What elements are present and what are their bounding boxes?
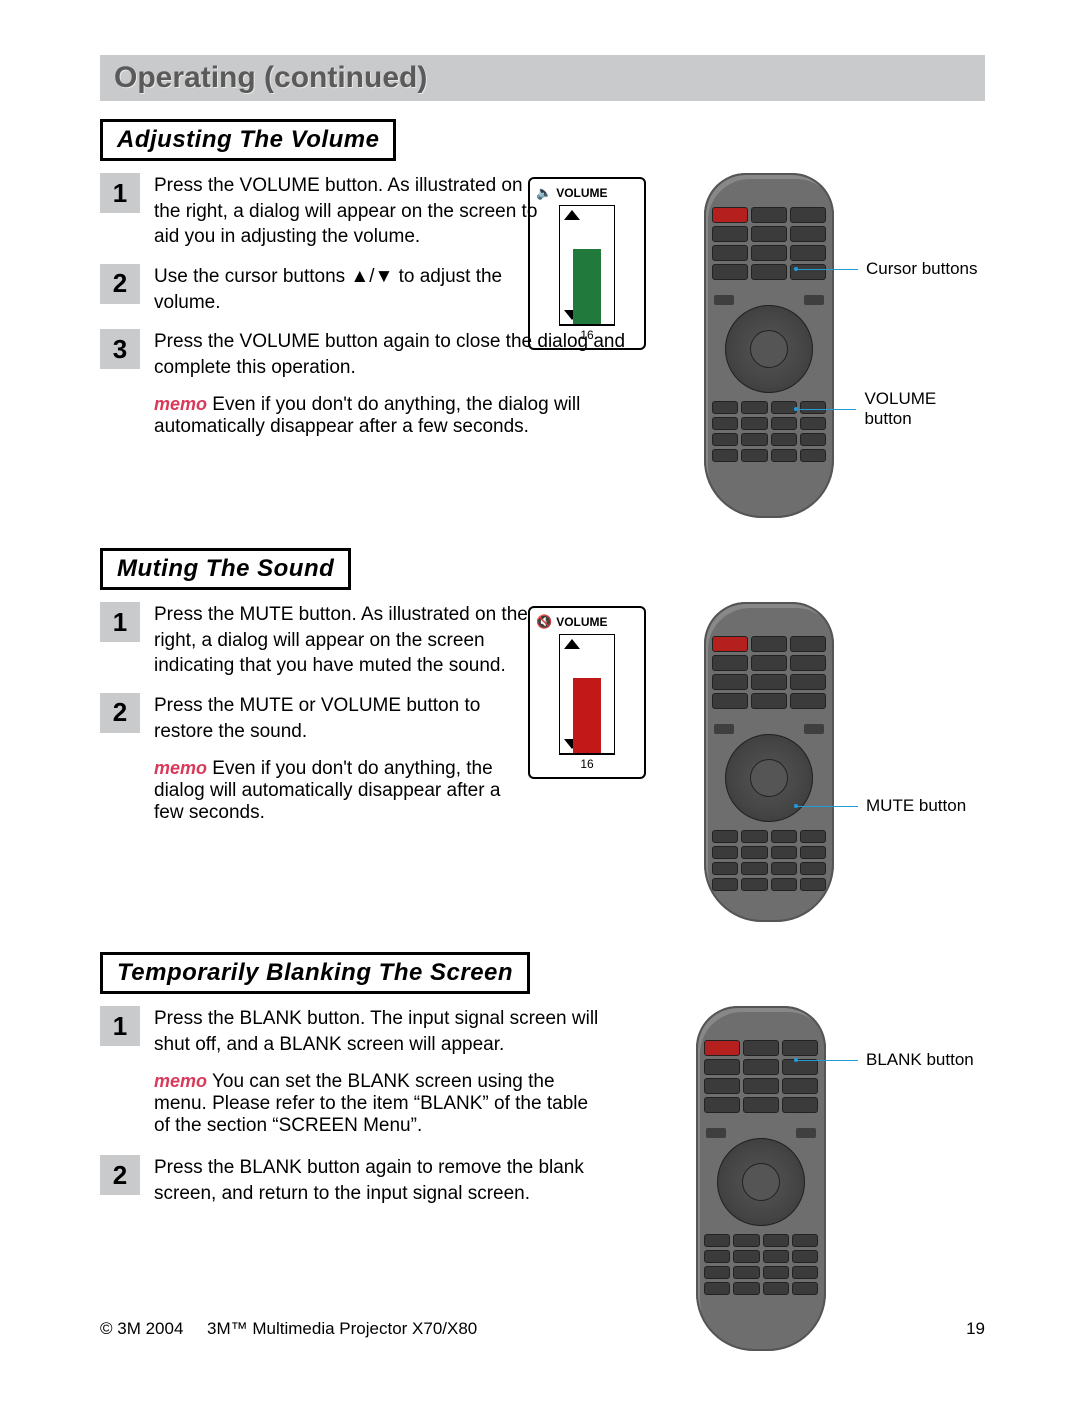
step-text: Use the cursor buttons ▲/▼ to adjust the… [154,264,544,315]
dialog-label: VOLUME [556,186,607,200]
step-1: 1 Press the BLANK button. The input sign… [100,1006,600,1057]
remote-illustration [704,173,834,518]
volume-value: 16 [559,325,615,342]
step-text: Press the MUTE button. As illustrated on… [154,602,544,679]
memo-text: memo Even if you don't do anything, the … [154,394,630,438]
page-header: Operating (continued) [100,55,985,101]
step-number: 2 [100,693,140,733]
callout-volume-button: VOLUME button [798,389,985,429]
mute-bar [573,678,601,753]
step-text: Press the MUTE or VOLUME button to resto… [154,693,544,744]
memo-text: memo Even if you don't do anything, the … [154,758,524,824]
step-text: Press the BLANK button again to remove t… [154,1155,600,1206]
section-blank: Temporarily Blanking The Screen 1 Press … [100,952,985,1351]
page-number: 19 [966,1319,985,1339]
mute-value: 16 [559,754,615,771]
step-number: 2 [100,1155,140,1195]
volume-dialog: 🔈 VOLUME 16 [528,177,646,350]
mute-dialog: 🔇 VOLUME 16 [528,606,646,779]
step-number: 3 [100,329,140,369]
arrow-up-icon [564,639,580,649]
section-title-mute: Muting The Sound [100,548,351,590]
callout-cursor-buttons: Cursor buttons [798,259,978,279]
remote-illustration [704,602,834,922]
section-volume: Adjusting The Volume 1 Press the VOLUME … [100,119,985,518]
step-text: Press the VOLUME button. As illustrated … [154,173,544,250]
footer-copyright: © 3M 2004 3M™ Multimedia Projector X70/X… [100,1319,477,1339]
dialog-label: VOLUME [556,615,607,629]
page-footer: © 3M 2004 3M™ Multimedia Projector X70/X… [100,1319,985,1339]
step-text: Press the BLANK button. The input signal… [154,1006,600,1057]
speaker-mute-icon: 🔇 [536,614,552,630]
memo-text: memo You can set the BLANK screen using … [154,1071,600,1137]
section-title-blank: Temporarily Blanking The Screen [100,952,530,994]
section-title-volume: Adjusting The Volume [100,119,396,161]
section-mute: Muting The Sound 1 Press the MUTE button… [100,548,985,922]
callout-blank-button: BLANK button [798,1050,974,1070]
arrow-up-icon [564,210,580,220]
speaker-icon: 🔈 [536,185,552,201]
step-number: 1 [100,602,140,642]
volume-bar [573,249,601,324]
step-number: 1 [100,173,140,213]
step-number: 1 [100,1006,140,1046]
callout-mute-button: MUTE button [798,796,966,816]
step-2: 2 Press the BLANK button again to remove… [100,1155,600,1206]
step-number: 2 [100,264,140,304]
